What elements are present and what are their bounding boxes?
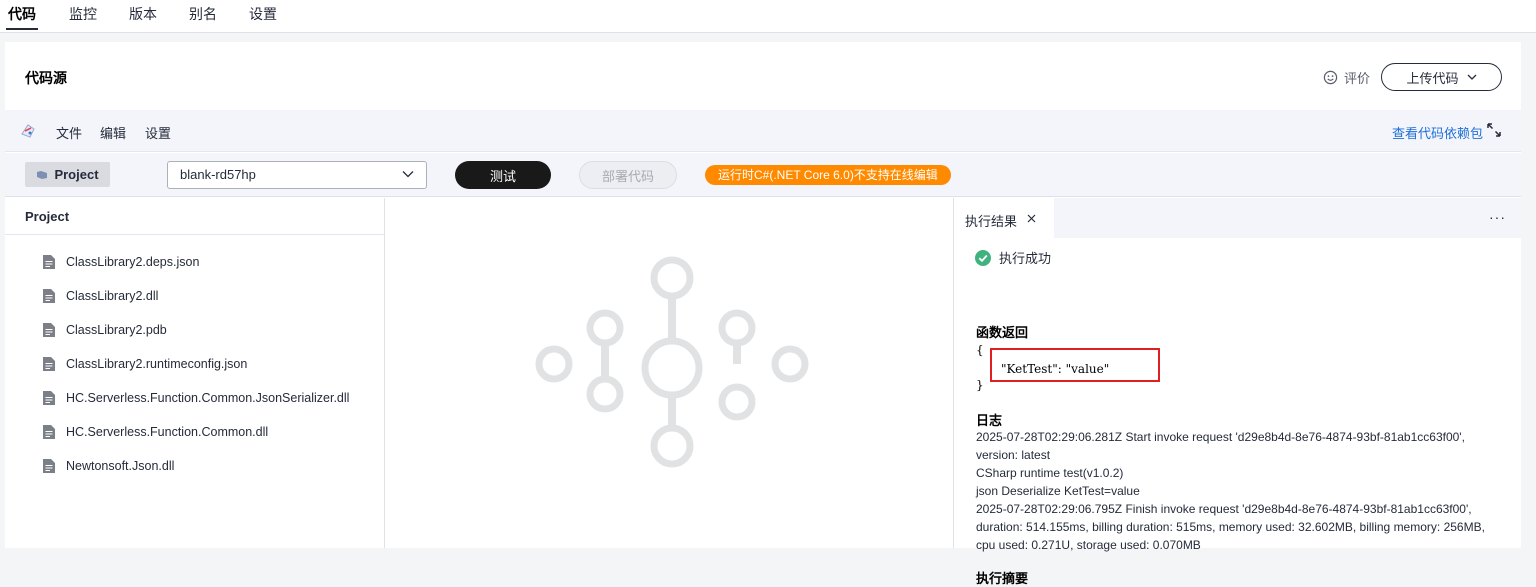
tab-alias[interactable]: 别名 <box>189 4 217 24</box>
execution-result-panel: 执行结果 ··· 执行成功 函数返回 { "KetTest": "value" … <box>955 198 1521 586</box>
menu-file[interactable]: 文件 <box>56 123 82 142</box>
editor-menubar: 文件 编辑 设置 查看代码依赖包 <box>5 110 1521 152</box>
file-item[interactable]: HC.Serverless.Function.Common.JsonSerial… <box>43 391 349 405</box>
file-name: ClassLibrary2.pdb <box>66 323 167 337</box>
log-line: duration: 514.155ms, billing duration: 5… <box>976 520 1485 534</box>
file-name: ClassLibrary2.deps.json <box>66 255 200 269</box>
project-label: Project <box>54 167 99 182</box>
menu-settings[interactable]: 设置 <box>145 123 171 142</box>
execution-status: 执行成功 <box>975 248 1051 267</box>
tab-monitor[interactable]: 监控 <box>69 4 97 24</box>
file-name: HC.Serverless.Function.Common.dll <box>66 425 269 439</box>
rate-label: 评价 <box>1344 71 1371 86</box>
expand-icon[interactable] <box>1487 123 1501 137</box>
function-return-title: 函数返回 <box>976 325 1029 340</box>
file-icon <box>43 357 55 371</box>
test-button[interactable]: 测试 <box>455 161 551 189</box>
result-tab-label: 执行结果 <box>965 214 1018 229</box>
runtime-warning-badge: 运行时C#(.NET Core 6.0)不支持在线编辑 <box>705 165 951 185</box>
file-name: ClassLibrary2.runtimeconfig.json <box>66 357 248 371</box>
file-item[interactable]: ClassLibrary2.pdb <box>43 323 167 337</box>
file-item[interactable]: ClassLibrary2.dll <box>43 289 158 303</box>
log-title: 日志 <box>976 413 1003 428</box>
chevron-down-icon <box>402 171 414 178</box>
check-circle-icon <box>975 249 991 266</box>
json-close-brace: } <box>976 378 984 392</box>
more-options-icon[interactable]: ··· <box>1489 209 1506 225</box>
file-name: ClassLibrary2.dll <box>66 289 159 303</box>
file-item[interactable]: HC.Serverless.Function.Common.dll <box>43 425 268 439</box>
menu-edit[interactable]: 编辑 <box>100 123 126 142</box>
editor-toolbar: Project blank-rd57hp 测试 部署代码 运行时C#(.NET … <box>5 153 1521 197</box>
log-line: version: latest <box>976 448 1051 462</box>
chevron-down-icon <box>1467 74 1476 80</box>
file-icon <box>43 289 55 303</box>
tab-version[interactable]: 版本 <box>129 4 157 24</box>
close-icon[interactable] <box>1027 214 1036 223</box>
tab-settings[interactable]: 设置 <box>249 4 277 24</box>
execution-summary-title: 执行摘要 <box>976 571 1029 586</box>
page-title: 代码源 <box>25 70 67 86</box>
file-icon <box>43 425 55 439</box>
tab-code[interactable]: 代码 <box>6 4 38 30</box>
tab-execution-result[interactable]: 执行结果 <box>955 198 1054 238</box>
file-name: HC.Serverless.Function.Common.JsonSerial… <box>66 391 350 405</box>
smile-icon <box>1323 70 1338 85</box>
file-item[interactable]: ClassLibrary2.runtimeconfig.json <box>43 357 247 371</box>
log-line: 2025-07-28T02:29:06.795Z Finish invoke r… <box>976 502 1472 516</box>
upload-code-button[interactable]: 上传代码 <box>1381 63 1502 91</box>
json-open-brace: { <box>976 343 984 357</box>
log-line: CSharp runtime test(v1.0.2) <box>976 466 1124 480</box>
rate-button[interactable]: 评价 <box>1323 68 1370 87</box>
file-icon <box>43 391 55 405</box>
editor-area <box>386 198 954 548</box>
file-item[interactable]: Newtonsoft.Json.dll <box>43 459 174 473</box>
explorer-title: Project <box>5 198 384 235</box>
function-select-value: blank-rd57hp <box>180 167 256 182</box>
editor-logo-icon <box>21 124 35 138</box>
function-select[interactable]: blank-rd57hp <box>167 161 427 189</box>
log-output: 2025-07-28T02:29:06.281Z Start invoke re… <box>976 428 1506 554</box>
editor-placeholder-logo <box>535 256 809 468</box>
project-explorer: Project ClassLibrary2.deps.json ClassLibr… <box>5 198 385 548</box>
upload-code-label: 上传代码 <box>1406 70 1459 86</box>
file-icon <box>43 255 55 269</box>
deploy-code-button[interactable]: 部署代码 <box>579 161 677 189</box>
code-source-card: 代码源 评价 上传代码 文件 编辑 设置 查看代码依赖包 Project bla… <box>5 42 1521 586</box>
file-name: Newtonsoft.Json.dll <box>66 459 175 473</box>
file-item[interactable]: ClassLibrary2.deps.json <box>43 255 199 269</box>
view-dependencies-link[interactable]: 查看代码依赖包 <box>1392 123 1483 142</box>
top-tab-bar: 代码 监控 版本 别名 设置 <box>0 0 1536 33</box>
execution-status-text: 执行成功 <box>999 251 1052 266</box>
project-button[interactable]: Project <box>25 162 110 187</box>
file-icon <box>43 459 55 473</box>
json-return-value: "KetTest": "value" <box>1001 362 1110 376</box>
project-icon <box>37 170 48 179</box>
log-line: cpu used: 0.271U, storage used: 0.070MB <box>976 538 1201 552</box>
log-line: json Deserialize KetTest=value <box>976 484 1140 498</box>
log-line: 2025-07-28T02:29:06.281Z Start invoke re… <box>976 430 1465 444</box>
file-icon <box>43 323 55 337</box>
